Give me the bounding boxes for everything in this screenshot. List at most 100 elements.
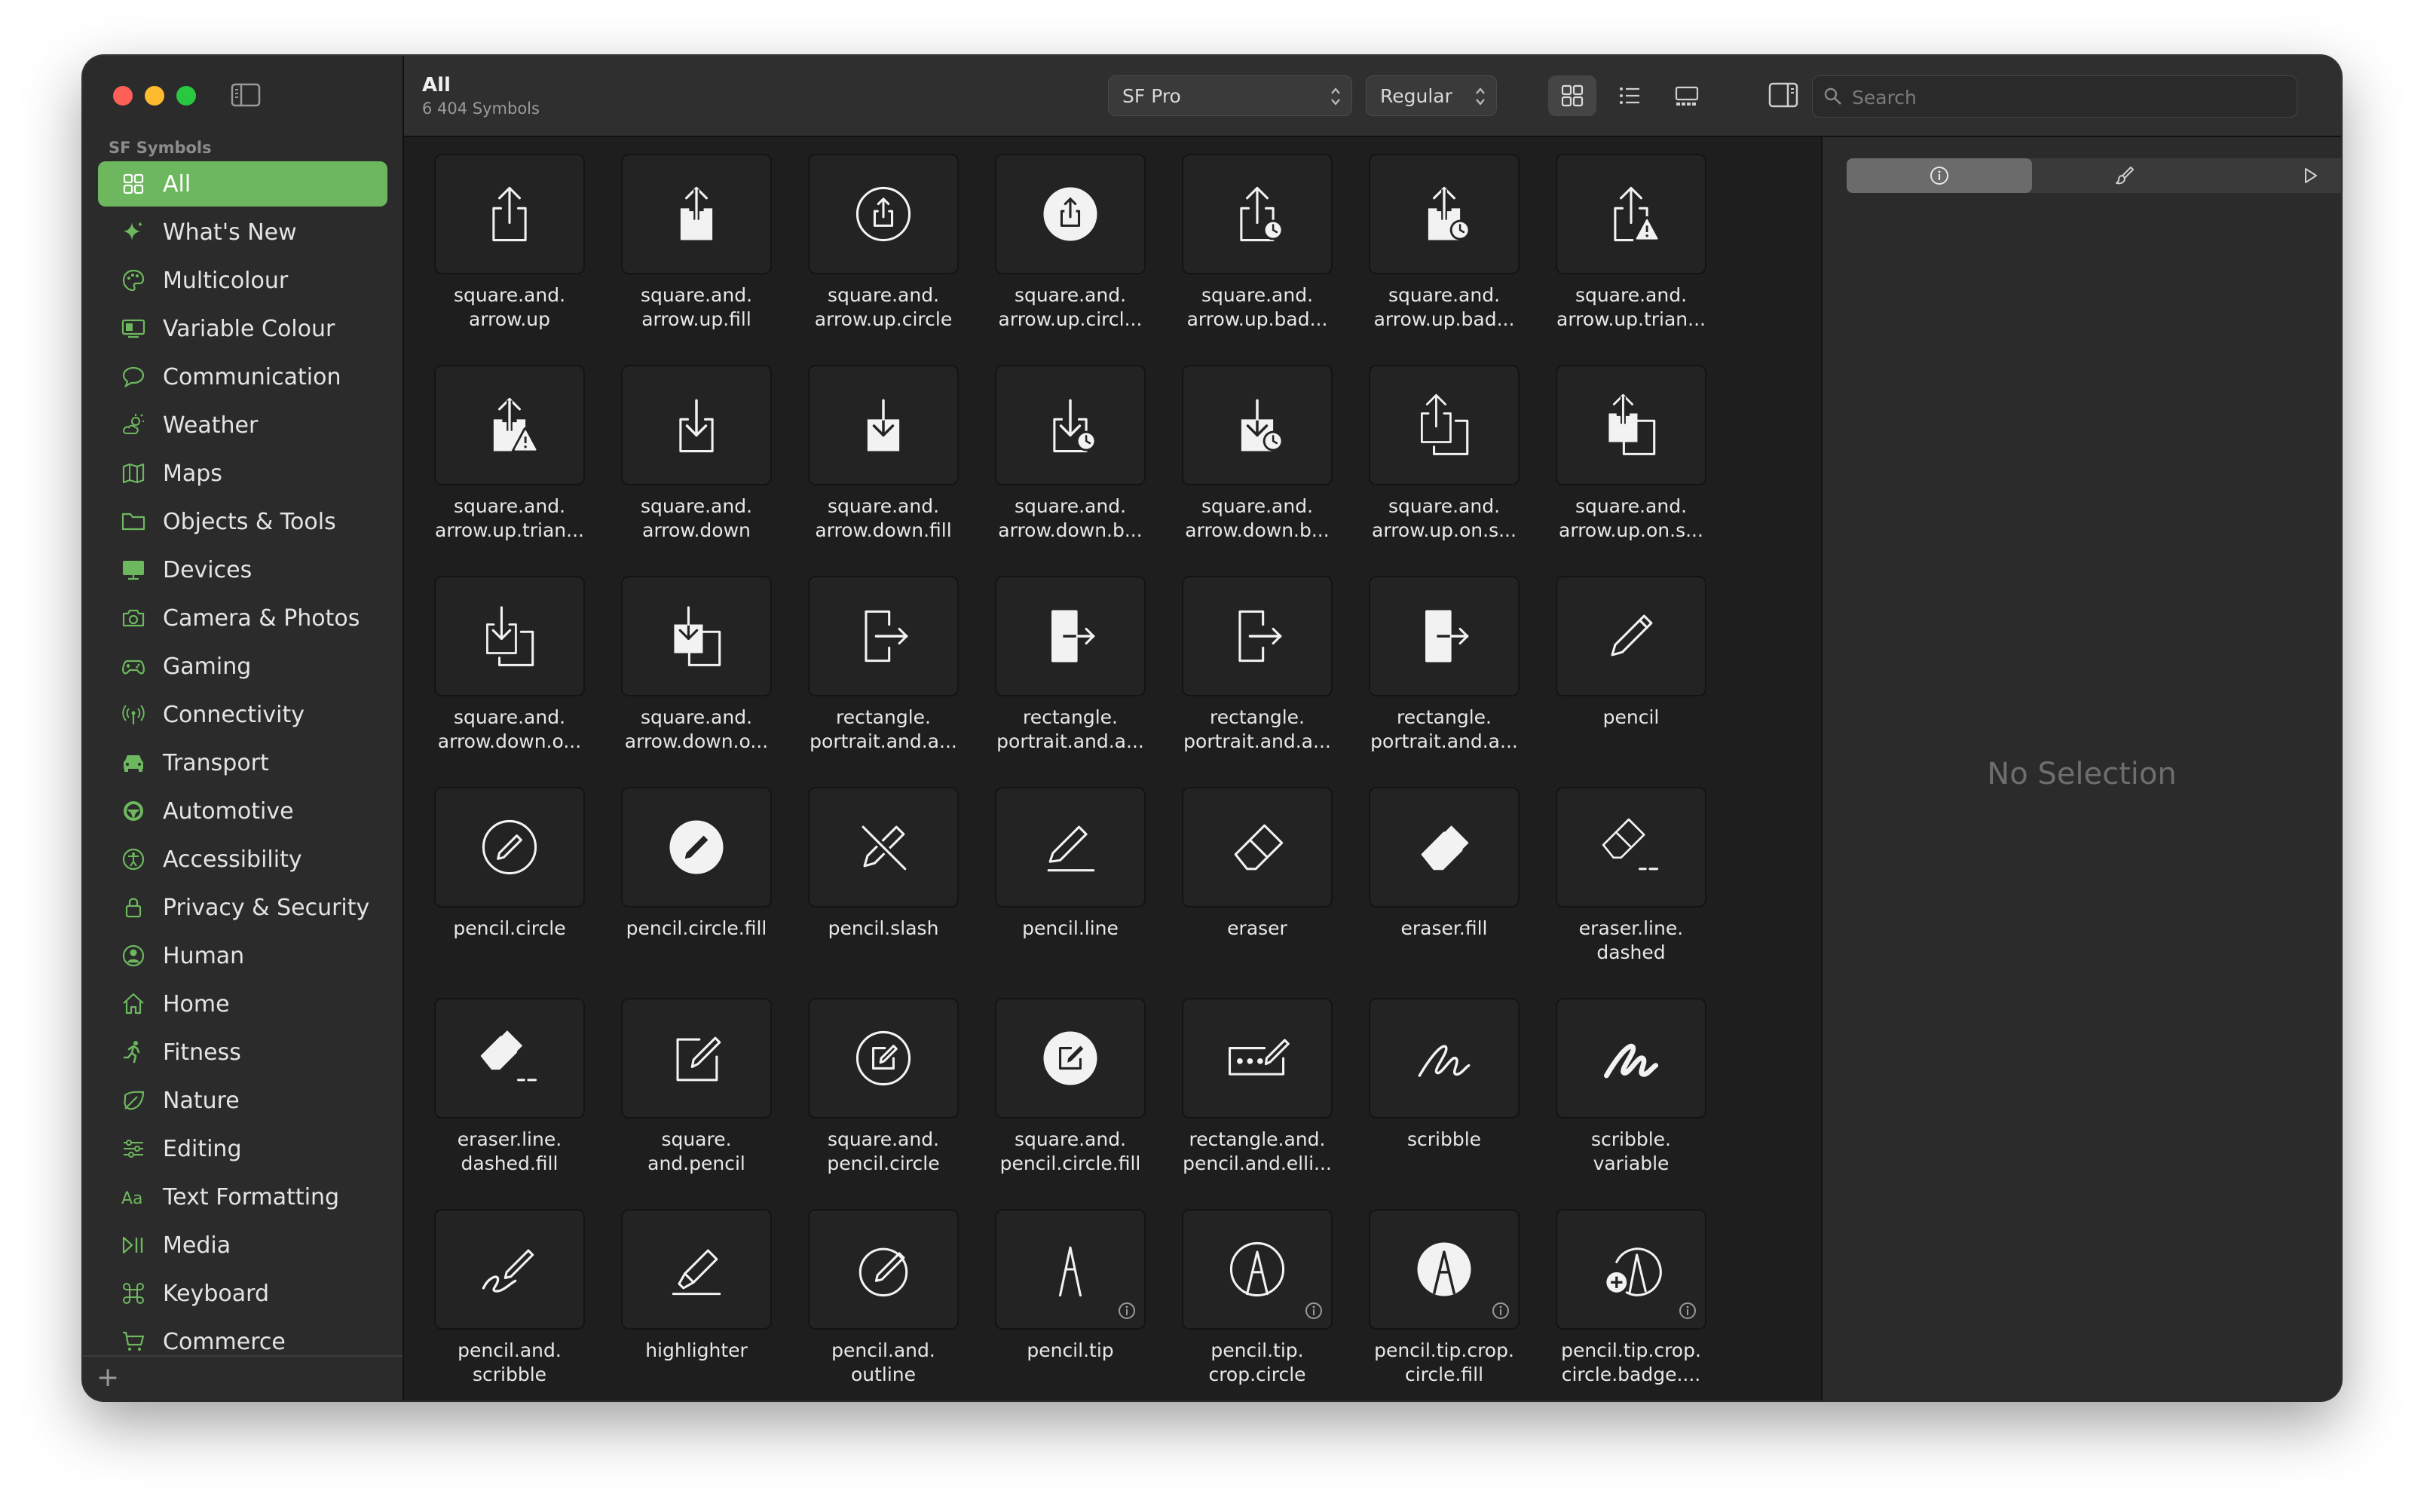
symbol-tile[interactable] [808,998,959,1119]
sidebar-item-text-formatting[interactable]: Aa Text Formatting [98,1174,387,1220]
symbol-cell[interactable]: square.and. arrow.down.b... [995,365,1146,576]
symbol-cell[interactable]: pencil.circle.fill [621,787,772,998]
symbol-tile[interactable] [1182,576,1333,696]
sidebar-item-transport[interactable]: Transport [98,740,387,785]
info-tab[interactable] [1847,158,2032,193]
symbol-cell[interactable]: square.and. arrow.up [434,154,585,365]
symbol-tile[interactable] [1182,1209,1333,1330]
symbol-tile[interactable] [1369,787,1520,908]
sidebar-item-gaming[interactable]: Gaming [98,644,387,689]
symbol-tile[interactable] [995,365,1146,485]
sidebar-toggle-icon[interactable] [231,83,261,107]
sidebar-item-fitness[interactable]: Fitness [98,1030,387,1075]
symbol-tile[interactable] [1556,787,1706,908]
symbol-tile[interactable] [808,1209,959,1330]
sidebar-item-keyboard[interactable]: Keyboard [98,1271,387,1316]
symbol-tile[interactable] [995,998,1146,1119]
symbol-cell[interactable]: square.and. pencil.circle.fill [995,998,1146,1209]
symbol-cell[interactable]: pencil.line [995,787,1146,998]
symbol-cell[interactable]: pencil.tip.crop. circle.badge.... [1556,1209,1706,1400]
symbol-tile[interactable] [1556,154,1706,274]
symbol-cell[interactable]: rectangle. portrait.and.a... [1369,576,1520,787]
symbol-tile[interactable] [1182,787,1333,908]
symbol-tile[interactable] [1556,576,1706,696]
sidebar-item-connectivity[interactable]: Connectivity [98,692,387,737]
symbol-cell[interactable]: rectangle. portrait.and.a... [808,576,959,787]
symbol-cell[interactable]: square.and. arrow.up.bad... [1182,154,1333,365]
sidebar-item-automotive[interactable]: Automotive [98,788,387,834]
list-view-button[interactable] [1605,75,1654,116]
symbol-cell[interactable]: square.and. arrow.up.circle [808,154,959,365]
symbol-cell[interactable]: pencil.tip. crop.circle [1182,1209,1333,1400]
symbol-grid-scroll[interactable]: square.and. arrow.up square.and. arrow.up… [404,137,1820,1400]
symbol-tile[interactable] [1369,154,1520,274]
symbol-tile[interactable] [808,365,959,485]
symbol-cell[interactable]: highlighter [621,1209,772,1400]
info-icon[interactable] [1304,1301,1324,1321]
symbol-cell[interactable]: pencil.tip.crop. circle.fill [1369,1209,1520,1400]
symbol-tile[interactable] [621,998,772,1119]
search-field[interactable] [1812,75,2297,118]
symbol-cell[interactable]: eraser.line. dashed.fill [434,998,585,1209]
sidebar-item-communication[interactable]: Communication [98,354,387,399]
symbol-cell[interactable]: rectangle. portrait.and.a... [1182,576,1333,787]
symbol-tile[interactable] [1182,998,1333,1119]
sidebar-item-human[interactable]: Human [98,933,387,978]
sidebar-item-devices[interactable]: Devices [98,547,387,592]
symbol-tile[interactable] [995,576,1146,696]
symbol-cell[interactable]: rectangle.and. pencil.and.elli... [1182,998,1333,1209]
gallery-view-button[interactable] [1663,75,1711,116]
sidebar-item-accessibility[interactable]: Accessibility [98,837,387,882]
symbol-cell[interactable]: pencil [1556,576,1706,787]
symbol-tile[interactable] [1369,365,1520,485]
symbol-tile[interactable] [621,787,772,908]
symbol-cell[interactable]: pencil.and. outline [808,1209,959,1400]
sidebar-item-media[interactable]: Media [98,1223,387,1268]
symbol-tile[interactable] [434,365,585,485]
symbol-cell[interactable]: square.and. arrow.down.o... [621,576,772,787]
symbol-tile[interactable] [808,576,959,696]
symbol-cell[interactable]: pencil.slash [808,787,959,998]
symbol-cell[interactable]: scribble [1369,998,1520,1209]
font-popup[interactable]: SF Pro [1108,75,1352,116]
grid-view-button[interactable] [1548,75,1596,116]
symbol-cell[interactable]: square.and. arrow.up.on.s... [1556,365,1706,576]
symbol-cell[interactable]: square.and. arrow.down.o... [434,576,585,787]
sidebar-item-objects-tools[interactable]: Objects & Tools [98,499,387,544]
symbol-tile[interactable] [621,365,772,485]
symbol-cell[interactable]: square.and. pencil.circle [808,998,959,1209]
symbol-cell[interactable]: scribble. variable [1556,998,1706,1209]
symbol-cell[interactable]: pencil.tip [995,1209,1146,1400]
minimize-window-button[interactable] [145,86,164,106]
sidebar-item-editing[interactable]: Editing [98,1126,387,1171]
symbol-cell[interactable]: square.and. arrow.up.trian... [434,365,585,576]
symbol-cell[interactable]: square.and. arrow.up.circl... [995,154,1146,365]
weight-popup[interactable]: Regular [1366,75,1497,116]
symbol-cell[interactable]: eraser [1182,787,1333,998]
symbol-tile[interactable] [995,1209,1146,1330]
symbol-cell[interactable]: rectangle. portrait.and.a... [995,576,1146,787]
symbol-tile[interactable] [1369,576,1520,696]
symbol-tile[interactable] [1369,998,1520,1119]
info-icon[interactable] [1491,1301,1510,1321]
symbol-cell[interactable]: pencil.and. scribble [434,1209,585,1400]
sidebar-item-maps[interactable]: Maps [98,451,387,496]
symbol-tile[interactable] [995,787,1146,908]
sidebar-item-home[interactable]: Home [98,981,387,1027]
symbol-cell[interactable]: square. and.pencil [621,998,772,1209]
search-input[interactable] [1850,79,2276,115]
symbol-tile[interactable] [808,787,959,908]
symbol-tile[interactable] [1556,1209,1706,1330]
symbol-tile[interactable] [808,154,959,274]
symbol-cell[interactable]: square.and. arrow.down.b... [1182,365,1333,576]
inspector-toggle-icon[interactable] [1768,81,1798,109]
sidebar-item-multicolour[interactable]: Multicolour [98,258,387,303]
symbol-cell[interactable]: eraser.line. dashed [1556,787,1706,998]
symbol-tile[interactable] [1182,154,1333,274]
info-icon[interactable] [1678,1301,1697,1321]
sidebar-item-all[interactable]: All [98,161,387,207]
sidebar-item-nature[interactable]: Nature [98,1078,387,1123]
symbol-cell[interactable]: square.and. arrow.up.on.s... [1369,365,1520,576]
sidebar-item-camera-photos[interactable]: Camera & Photos [98,595,387,641]
symbol-tile[interactable] [434,576,585,696]
